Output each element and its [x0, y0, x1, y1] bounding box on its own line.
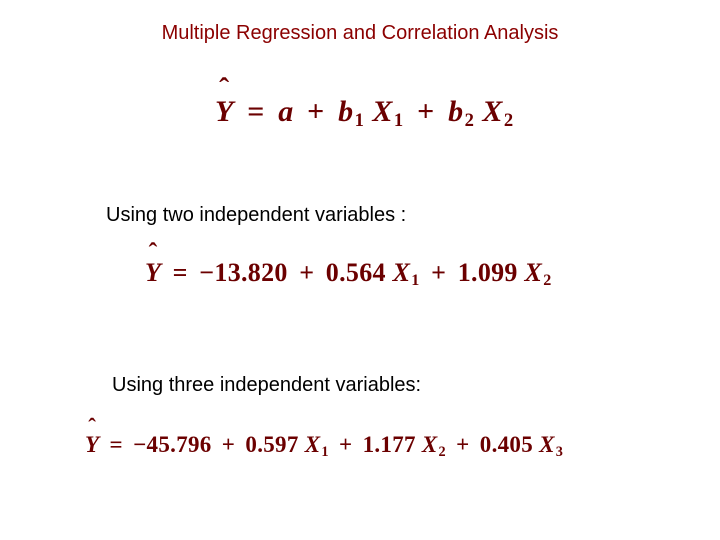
coef-b2-sub: 2 [464, 110, 475, 131]
var-x1: X [393, 258, 411, 287]
var-x1: X [305, 432, 321, 457]
caption-three-vars: Using three independent variables: [112, 374, 421, 397]
caption-two-vars: Using two independent variables : [106, 204, 406, 227]
slide-title: Multiple Regression and Correlation Anal… [0, 22, 720, 45]
var-x2: X [525, 258, 543, 287]
var-x1-sub: 1 [410, 272, 419, 289]
intercept-value: −45.796 [133, 432, 211, 457]
slide: Multiple Regression and Correlation Anal… [0, 0, 720, 540]
equals-sign: = [168, 258, 192, 287]
coef-b1-sub: 1 [354, 110, 365, 131]
coef-b1: b [338, 95, 354, 128]
var-x1: X [372, 95, 393, 128]
var-x2: X [482, 95, 503, 128]
var-x3: X [539, 432, 555, 457]
plus-sign: + [302, 95, 330, 128]
plus-sign: + [295, 258, 319, 287]
var-x1-sub: 1 [393, 110, 404, 131]
intercept-value: −13.820 [199, 258, 287, 287]
y-hat: Y [85, 432, 99, 458]
coef-b2: b [448, 95, 464, 128]
y-hat: Y [145, 258, 161, 288]
equals-sign: = [105, 432, 127, 457]
var-x3-sub: 3 [555, 444, 563, 460]
y-hat: Y [215, 95, 234, 129]
var-x2: X [422, 432, 438, 457]
plus-sign: + [335, 432, 357, 457]
var-x2-sub: 2 [438, 444, 446, 460]
plus-sign: + [426, 258, 450, 287]
equation-two-vars: Y = −13.820 + 0.564 X1 + 1.099 X2 [145, 258, 552, 290]
plus-sign: + [452, 432, 474, 457]
var-x1-sub: 1 [320, 444, 328, 460]
equation-three-vars: Y = −45.796 + 0.597 X1 + 1.177 X2 + 0.40… [85, 432, 563, 461]
var-x2-sub: 2 [503, 110, 514, 131]
equals-sign: = [242, 95, 270, 128]
plus-sign: + [412, 95, 440, 128]
intercept-symbol: a [278, 95, 294, 128]
coef-3-value: 0.405 [480, 432, 533, 457]
coef-1-value: 0.597 [245, 432, 298, 457]
coef-2-value: 1.177 [363, 432, 416, 457]
coef-1-value: 0.564 [326, 258, 386, 287]
var-x2-sub: 2 [542, 272, 551, 289]
equation-general: Y = a + b1 X1 + b2 X2 [215, 95, 514, 132]
coef-2-value: 1.099 [458, 258, 518, 287]
plus-sign: + [218, 432, 240, 457]
